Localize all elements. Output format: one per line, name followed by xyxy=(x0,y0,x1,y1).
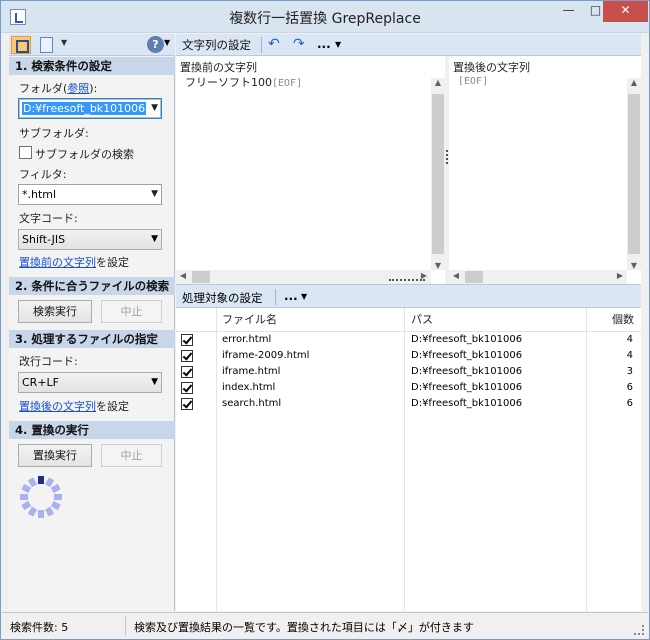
status-divider xyxy=(125,616,126,636)
title-bar: 複数行一括置換 GrepReplace — □ ✕ xyxy=(1,1,649,33)
table-row[interactable]: iframe-2009.html D:¥freesoft_bk101006 4 xyxy=(176,348,641,364)
sidebar-toolbar: ▼ ? ▼ xyxy=(9,34,175,56)
search-stop-button[interactable]: 中止 xyxy=(101,300,162,323)
column-count[interactable]: 個数 xyxy=(612,308,634,332)
app-window: 複数行一括置換 GrepReplace — □ ✕ ▼ ? ▼ 1. 検索条件の… xyxy=(0,0,650,640)
row-filename: iframe-2009.html xyxy=(222,350,310,361)
toolbar-separator xyxy=(261,37,262,53)
file-list: ファイル名 パス 個数 error.html D:¥freesoft_bk101… xyxy=(176,308,641,611)
replace-stop-button[interactable]: 中止 xyxy=(101,444,162,467)
filter-label: フィルタ: xyxy=(19,168,67,181)
row-filename: iframe.html xyxy=(222,366,281,377)
chevron-down-icon[interactable]: ▼ xyxy=(335,40,341,49)
main-area: 文字列の設定 ↶ ↷ ... ▼ 置換前の文字列 フリーソフト100[EOF] … xyxy=(176,34,641,611)
row-checkbox[interactable] xyxy=(181,398,193,410)
table-row[interactable]: error.html D:¥freesoft_bk101006 4 xyxy=(176,332,641,348)
close-button[interactable]: ✕ xyxy=(603,1,648,22)
strings-toolbar: 文字列の設定 ↶ ↷ ... ▼ xyxy=(176,34,641,56)
redo-icon[interactable]: ↷ xyxy=(293,36,305,52)
strings-settings-title: 文字列の設定 xyxy=(182,38,251,52)
row-checkbox[interactable] xyxy=(181,366,193,378)
section-file-search: 2. 条件に合うファイルの検索 xyxy=(9,277,175,295)
after-string-setting: 置換後の文字列を設定 xyxy=(19,400,129,413)
table-row[interactable]: iframe.html D:¥freesoft_bk101006 3 xyxy=(176,364,641,380)
row-checkbox[interactable] xyxy=(181,334,193,346)
settings-sidebar: ▼ ? ▼ 1. 検索条件の設定 フォルダ(参照): D:¥freesoft_b… xyxy=(9,34,175,611)
layout-toggle-icon[interactable] xyxy=(11,36,31,54)
folder-label: フォルダ(参照): xyxy=(19,82,98,95)
resize-grip-icon[interactable] xyxy=(634,625,644,635)
help-icon[interactable]: ? xyxy=(147,36,164,53)
subfolder-check-label[interactable]: サブフォルダの検索 xyxy=(35,146,134,162)
row-filename: error.html xyxy=(222,334,272,345)
window-title: 複数行一括置換 GrepReplace xyxy=(229,11,421,27)
row-checkbox[interactable] xyxy=(181,382,193,394)
before-string-link[interactable]: 置換前の文字列 xyxy=(19,256,96,269)
row-path: D:¥freesoft_bk101006 xyxy=(411,334,523,345)
status-message: 検索及び置換結果の一覧です。置換された項目には「〆」が付きます xyxy=(134,621,474,634)
subfolder-checkbox[interactable] xyxy=(19,146,32,159)
row-path: D:¥freesoft_bk101006 xyxy=(411,382,523,393)
progress-spinner-icon xyxy=(20,476,62,518)
row-count: 6 xyxy=(626,398,633,409)
toolbar-separator xyxy=(275,289,276,305)
undo-icon[interactable]: ↶ xyxy=(268,36,280,52)
result-count: 検索件数: 5 xyxy=(10,621,69,634)
before-string-editor[interactable]: フリーソフト100[EOF] xyxy=(185,74,302,90)
row-count: 3 xyxy=(626,366,633,377)
row-count: 4 xyxy=(626,334,633,345)
chevron-down-icon[interactable]: ▼ xyxy=(151,373,158,392)
section-search-conditions: 1. 検索条件の設定 xyxy=(9,57,175,75)
row-path: D:¥freesoft_bk101006 xyxy=(411,366,523,377)
encoding-select[interactable]: Shift-JIS ▼ xyxy=(18,229,162,250)
strings-more-button[interactable]: ... xyxy=(317,37,331,51)
after-string-link[interactable]: 置換後の文字列 xyxy=(19,400,96,413)
search-execute-button[interactable]: 検索実行 xyxy=(18,300,92,323)
section-replace-execute: 4. 置換の実行 xyxy=(9,421,175,439)
column-path[interactable]: パス xyxy=(411,308,433,332)
folder-field[interactable]: D:¥freesoft_bk101006 ▼ xyxy=(18,98,162,119)
chevron-down-icon[interactable]: ▼ xyxy=(61,38,67,47)
splitter-grip[interactable] xyxy=(446,150,448,164)
row-count: 4 xyxy=(626,350,633,361)
chevron-down-icon[interactable]: ▼ xyxy=(151,185,158,204)
chevron-down-icon[interactable]: ▼ xyxy=(151,230,158,249)
status-bar: 検索件数: 5 検索及び置換結果の一覧です。置換された項目には「〆」が付きます xyxy=(2,612,648,639)
chevron-down-icon[interactable]: ▼ xyxy=(164,38,170,47)
row-count: 6 xyxy=(626,382,633,393)
table-row[interactable]: index.html D:¥freesoft_bk101006 6 xyxy=(176,380,641,396)
newline-select[interactable]: CR+LF ▼ xyxy=(18,372,162,393)
table-row[interactable]: search.html D:¥freesoft_bk101006 6 xyxy=(176,396,641,412)
horizontal-scrollbar[interactable]: ◀ ▶ xyxy=(449,270,627,284)
targets-toolbar: 処理対象の設定 ... ▼ xyxy=(176,284,641,308)
section-target-files: 3. 処理するファイルの指定 xyxy=(9,330,175,348)
after-string-editor[interactable]: [EOF] xyxy=(458,74,488,87)
row-filename: search.html xyxy=(222,398,282,409)
after-string-pane: 置換後の文字列 [EOF] ▲ ▼ ◀ ▶ xyxy=(449,56,641,284)
replace-execute-button[interactable]: 置換実行 xyxy=(18,444,92,467)
browse-link[interactable]: 参照 xyxy=(67,82,89,95)
encoding-label: 文字コード: xyxy=(19,212,78,225)
targets-more-button[interactable]: ... xyxy=(284,289,298,303)
minimize-button[interactable]: — xyxy=(555,1,582,22)
row-path: D:¥freesoft_bk101006 xyxy=(411,350,523,361)
before-string-setting: 置換前の文字列を設定 xyxy=(19,256,129,269)
targets-settings-title: 処理対象の設定 xyxy=(182,291,263,305)
splitter-grip[interactable] xyxy=(389,279,425,282)
newline-label: 改行コード: xyxy=(19,355,78,368)
subfolder-label: サブフォルダ: xyxy=(19,127,89,140)
row-path: D:¥freesoft_bk101006 xyxy=(411,398,523,409)
chevron-down-icon[interactable]: ▼ xyxy=(301,292,307,301)
document-icon[interactable] xyxy=(37,36,57,54)
filter-field[interactable]: *.html ▼ xyxy=(18,184,162,205)
column-filename[interactable]: ファイル名 xyxy=(222,308,277,332)
chevron-down-icon[interactable]: ▼ xyxy=(151,99,158,118)
row-filename: index.html xyxy=(222,382,276,393)
vertical-scrollbar[interactable]: ▲ ▼ xyxy=(431,78,445,270)
before-string-title: 置換前の文字列 xyxy=(180,61,257,74)
before-string-pane: 置換前の文字列 フリーソフト100[EOF] ▲ ▼ ◀ ▶ xyxy=(176,56,445,284)
row-checkbox[interactable] xyxy=(181,350,193,362)
after-string-title: 置換後の文字列 xyxy=(453,61,530,74)
vertical-scrollbar[interactable]: ▲ ▼ xyxy=(627,78,641,270)
